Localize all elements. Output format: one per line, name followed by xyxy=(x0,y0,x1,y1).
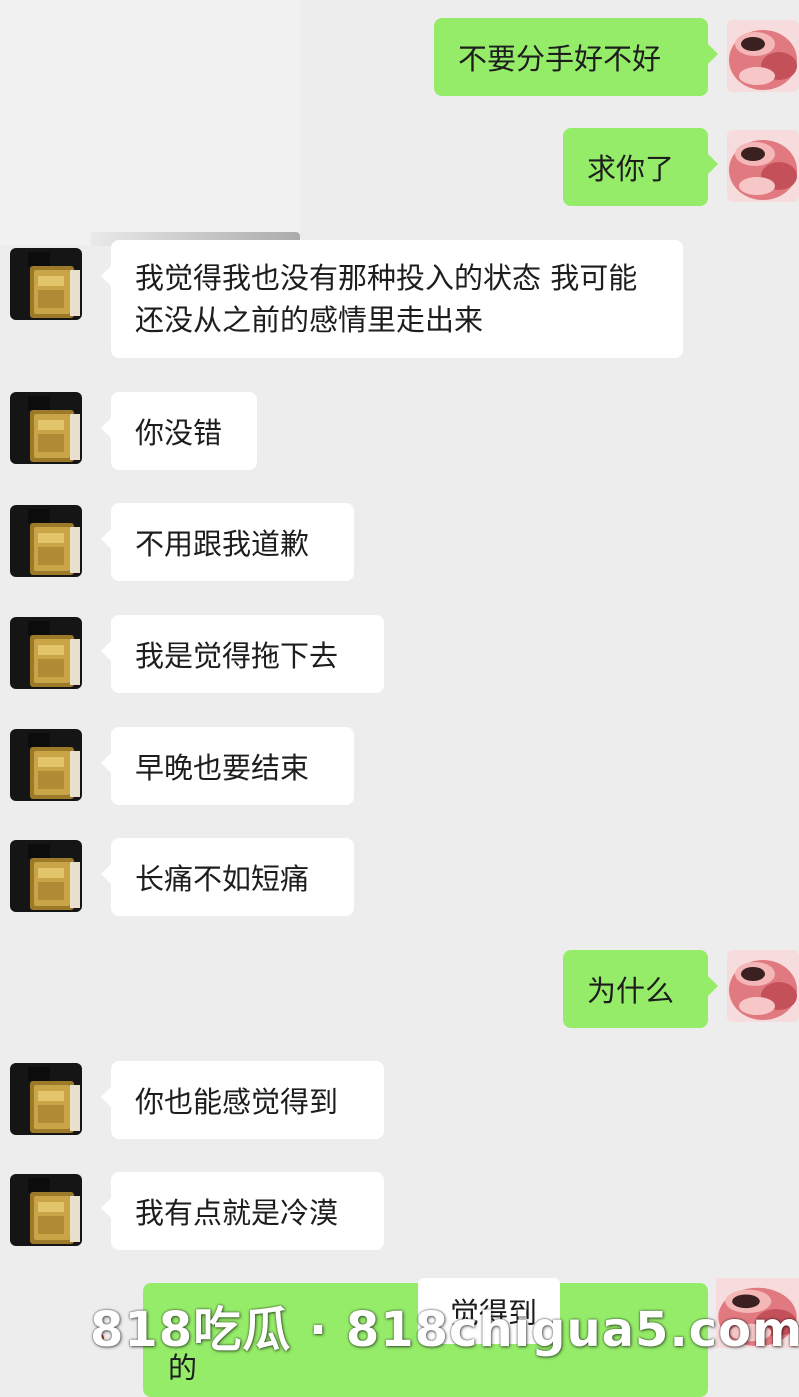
watermark-text: 818吃瓜 · 818chigua5.com xyxy=(90,1302,799,1358)
user-avatar[interactable] xyxy=(727,130,799,202)
contact-avatar[interactable] xyxy=(10,1174,82,1246)
contact-avatar[interactable] xyxy=(10,617,82,689)
contact-avatar[interactable] xyxy=(10,505,82,577)
message-text: 求你了 xyxy=(587,152,675,186)
message-text: 你没错 xyxy=(135,416,223,450)
contact-avatar[interactable] xyxy=(10,248,82,320)
message-text: 为什么 xyxy=(587,974,675,1008)
message-bubble[interactable]: 不要分手好不好 xyxy=(434,18,718,96)
message-bubble[interactable]: 不用跟我道歉 xyxy=(101,503,354,581)
chat-area[interactable]: 不要分手好不好 求你了 我觉得我也没有那种投入的状态 我可能还没从之前的感情里走… xyxy=(0,0,799,1397)
message-text: 不用跟我道歉 xyxy=(135,527,310,561)
message-bubble[interactable]: 我有点就是冷漠 xyxy=(101,1172,384,1250)
contact-avatar[interactable] xyxy=(10,840,82,912)
message-text: 长痛不如短痛 xyxy=(135,862,310,896)
message-bubble[interactable]: 长痛不如短痛 xyxy=(101,838,354,916)
message-text: 我有点就是冷漠 xyxy=(135,1196,339,1230)
message-text: 我觉得我也没有那种投入的状态 我可能还没从之前的感情里走出来 xyxy=(135,261,638,337)
message-bubble[interactable]: 你没错 xyxy=(101,392,257,470)
message-text: 早晚也要结束 xyxy=(135,751,310,785)
user-avatar[interactable] xyxy=(727,950,799,1022)
message-bubble[interactable]: 求你了 xyxy=(563,128,718,206)
contact-avatar[interactable] xyxy=(10,729,82,801)
message-bubble[interactable]: 我是觉得拖下去 xyxy=(101,615,384,693)
user-avatar[interactable] xyxy=(727,20,799,92)
message-text: 我是觉得拖下去 xyxy=(135,639,339,673)
message-text: 不要分手好不好 xyxy=(458,42,662,76)
message-bubble[interactable]: 你也能感觉得到 xyxy=(101,1061,384,1139)
redacted-region xyxy=(0,0,300,245)
message-bubble[interactable]: 为什么 xyxy=(563,950,718,1028)
contact-avatar[interactable] xyxy=(10,1063,82,1135)
message-text: 你也能感觉得到 xyxy=(135,1085,339,1119)
message-bubble[interactable]: 早晚也要结束 xyxy=(101,727,354,805)
message-bubble[interactable]: 我觉得我也没有那种投入的状态 我可能还没从之前的感情里走出来 xyxy=(101,240,683,358)
contact-avatar[interactable] xyxy=(10,392,82,464)
